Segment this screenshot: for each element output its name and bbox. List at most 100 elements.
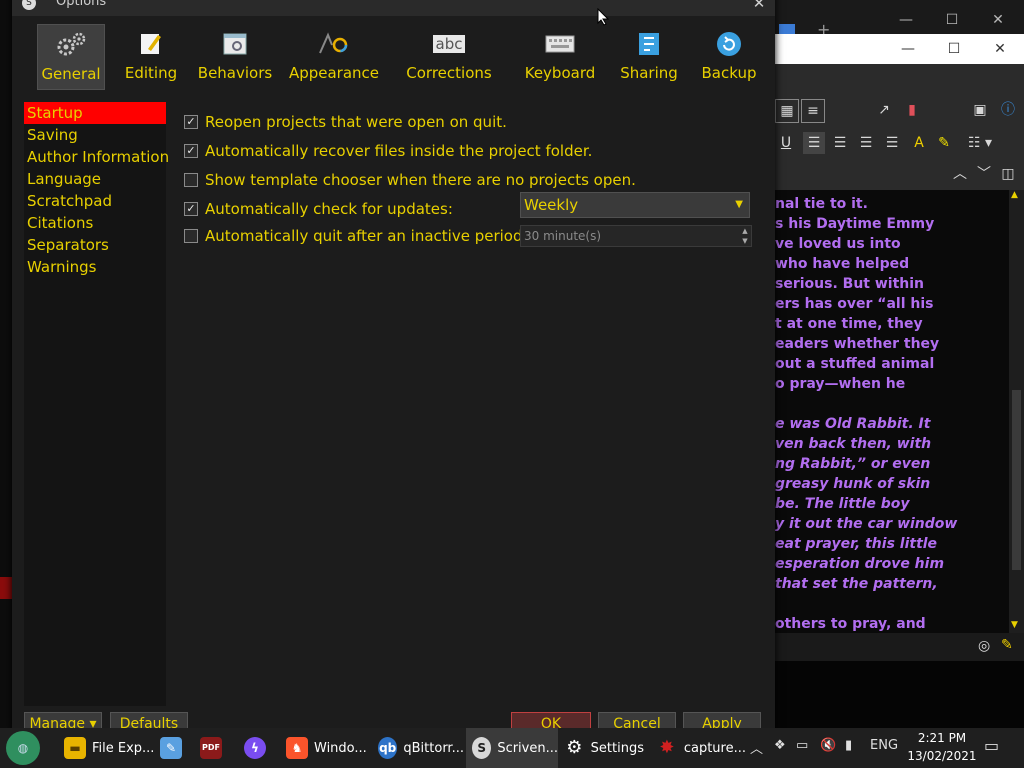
document-editor[interactable]: nal tie to it. s his Daytime Emmy ve loved… <box>775 190 1009 633</box>
tab-label: Sharing <box>620 64 678 82</box>
align-justify-icon[interactable]: ☰ <box>855 132 877 154</box>
tab-corrections[interactable]: abc Corrections <box>398 24 500 90</box>
sidebar-item-startup[interactable]: Startup <box>24 102 166 124</box>
taskbar-label: Scriven... <box>497 740 558 756</box>
document-text-line: eat prayer, this little <box>775 536 938 552</box>
keyboard-icon <box>515 24 605 64</box>
language-indicator[interactable]: ENG <box>870 738 898 753</box>
minimize-icon[interactable]: — <box>885 33 931 65</box>
minimize-icon[interactable]: — <box>883 4 929 36</box>
template-chooser-option[interactable]: Show template chooser when there are no … <box>184 169 636 191</box>
network-icon[interactable]: ▭ <box>796 738 808 753</box>
highlight-icon[interactable]: ✎ <box>933 132 955 154</box>
underline-icon[interactable]: U <box>775 132 797 154</box>
taskbar-capture[interactable]: ✸ capture... <box>656 728 746 768</box>
info-icon[interactable]: ⓘ <box>997 99 1019 121</box>
sidebar-item-saving[interactable]: Saving <box>24 124 166 146</box>
sidebar-item-scratchpad[interactable]: Scratchpad <box>24 190 166 212</box>
close-icon[interactable]: ✕ <box>975 4 1021 36</box>
auto-quit-checkbox[interactable] <box>184 229 198 243</box>
tab-keyboard[interactable]: Keyboard <box>515 24 605 90</box>
option-label: Automatically check for updates: <box>205 200 453 218</box>
tab-editing[interactable]: Editing <box>118 24 184 90</box>
taskbar-messenger[interactable]: ϟ <box>244 728 274 768</box>
tab-label: Corrections <box>406 64 492 82</box>
update-frequency-dropdown[interactable]: Weekly ▼ <box>520 192 750 218</box>
settings-gear-icon: ⚙ <box>566 737 583 758</box>
pencil-icon <box>118 24 184 64</box>
image-icon[interactable]: ▣ <box>969 99 991 121</box>
inactive-period-spinbox[interactable]: 30 minute(s) ▲ ▼ <box>520 225 752 247</box>
browser-tab-icon[interactable] <box>779 24 795 34</box>
scroll-down-icon[interactable]: ▼ <box>1011 620 1018 630</box>
auto-quit-option[interactable]: Automatically quit after an inactive per… <box>184 225 546 247</box>
dialog-close-button[interactable]: ✕ <box>744 0 774 14</box>
taskbar-qbittorrent[interactable]: qb qBittorr... <box>378 728 464 768</box>
sidebar-item-separators[interactable]: Separators <box>24 234 166 256</box>
split-view-icon[interactable]: ◫ <box>997 163 1019 185</box>
reopen-projects-checkbox[interactable]: ✓ <box>184 115 198 129</box>
text-color-icon[interactable]: A <box>908 132 930 154</box>
recover-files-checkbox[interactable]: ✓ <box>184 144 198 158</box>
tray-overflow-chevron-icon[interactable]: ︿ <box>750 738 763 757</box>
editor-bottom-pane <box>775 661 1024 728</box>
reopen-projects-option[interactable]: ✓ Reopen projects that were open on quit… <box>184 111 507 133</box>
document-text-line: e was Old Rabbit. It <box>775 416 931 432</box>
clock-time[interactable]: 2:21 PM <box>912 731 972 745</box>
taskbar-settings[interactable]: ⚙ Settings <box>564 728 644 768</box>
tab-behaviors[interactable]: Behaviors <box>195 24 275 90</box>
recover-files-option[interactable]: ✓ Automatically recover files inside the… <box>184 140 592 162</box>
taskbar-label: File Exp... <box>92 740 155 756</box>
chevron-up-icon[interactable]: ︿ <box>949 163 971 185</box>
editor-scrollbar[interactable]: ▲ ▼ <box>1009 190 1024 633</box>
tab-appearance[interactable]: Appearance <box>286 24 382 90</box>
battery-icon[interactable]: ▮ <box>845 738 852 753</box>
taskbar-pdf[interactable]: PDF <box>200 728 230 768</box>
tab-label: Backup <box>701 64 757 82</box>
outline-view-icon[interactable]: ≡ <box>801 99 825 123</box>
scroll-up-icon[interactable]: ▲ <box>1011 190 1018 200</box>
check-updates-checkbox[interactable]: ✓ <box>184 202 198 216</box>
tab-backup[interactable]: Backup <box>694 24 764 90</box>
taskbar-file-explorer[interactable]: ▬ File Exp... <box>64 728 156 768</box>
document-text-line: ers has over “all his <box>775 296 934 312</box>
sidebar-item-language[interactable]: Language <box>24 168 166 190</box>
maximize-icon[interactable]: ☐ <box>931 33 977 65</box>
template-chooser-checkbox[interactable] <box>184 173 198 187</box>
target-icon[interactable]: ◎ <box>978 638 990 654</box>
volume-icon[interactable]: 🔇 <box>820 738 836 753</box>
share-icon[interactable]: ↗ <box>873 99 895 121</box>
tab-sharing[interactable]: Sharing <box>611 24 687 90</box>
close-icon[interactable]: ✕ <box>977 33 1023 65</box>
sidebar-item-author-information[interactable]: Author Information <box>24 146 169 168</box>
chevron-down-icon[interactable]: ﹀ <box>973 163 995 185</box>
taskbar-scrivener[interactable]: S Scriven... <box>466 728 558 768</box>
notifications-icon[interactable]: ▭ <box>984 736 999 755</box>
sidebar-item-citations[interactable]: Citations <box>24 212 166 234</box>
align-right-icon[interactable]: ☰ <box>881 132 903 154</box>
taskbar-notepad[interactable]: ✎ <box>160 728 190 768</box>
maximize-icon[interactable]: ☐ <box>929 4 975 36</box>
align-left-icon[interactable]: ☰ <box>803 132 825 154</box>
taskbar-brave[interactable]: ♞ Windo... <box>286 728 370 768</box>
tab-general[interactable]: General <box>37 24 105 90</box>
list-icon[interactable]: ☷ ▾ <box>963 132 997 154</box>
spinbox-value: 30 minute(s) <box>524 229 602 243</box>
dropbox-icon[interactable]: ❖ <box>774 738 786 753</box>
tab-label: Behaviors <box>197 64 273 82</box>
note-icon[interactable]: ✎ <box>1001 637 1013 653</box>
clock-date[interactable]: 13/02/2021 <box>907 749 977 763</box>
options-dialog: S Options ✕ General Editing Behaviors Ap… <box>12 0 775 734</box>
background-window-edge <box>0 0 12 728</box>
sidebar-item-warnings[interactable]: Warnings <box>24 256 166 278</box>
start-button[interactable]: ◍ <box>6 728 46 768</box>
check-updates-option[interactable]: ✓ Automatically check for updates: <box>184 198 453 220</box>
bookmark-icon[interactable]: ▮ <box>901 99 923 121</box>
scrollbar-thumb[interactable] <box>1012 390 1021 570</box>
document-text-line: that set the pattern, <box>775 576 938 592</box>
grid-view-icon[interactable]: ▦ <box>775 99 799 123</box>
spin-arrows-icon[interactable]: ▲ ▼ <box>739 226 751 246</box>
tab-label: Appearance <box>288 64 380 82</box>
align-center-icon[interactable]: ☰ <box>829 132 851 154</box>
windows-taskbar: ◍ ▬ File Exp... ✎ PDF ϟ ♞ Windo... qb qB… <box>0 728 1024 768</box>
